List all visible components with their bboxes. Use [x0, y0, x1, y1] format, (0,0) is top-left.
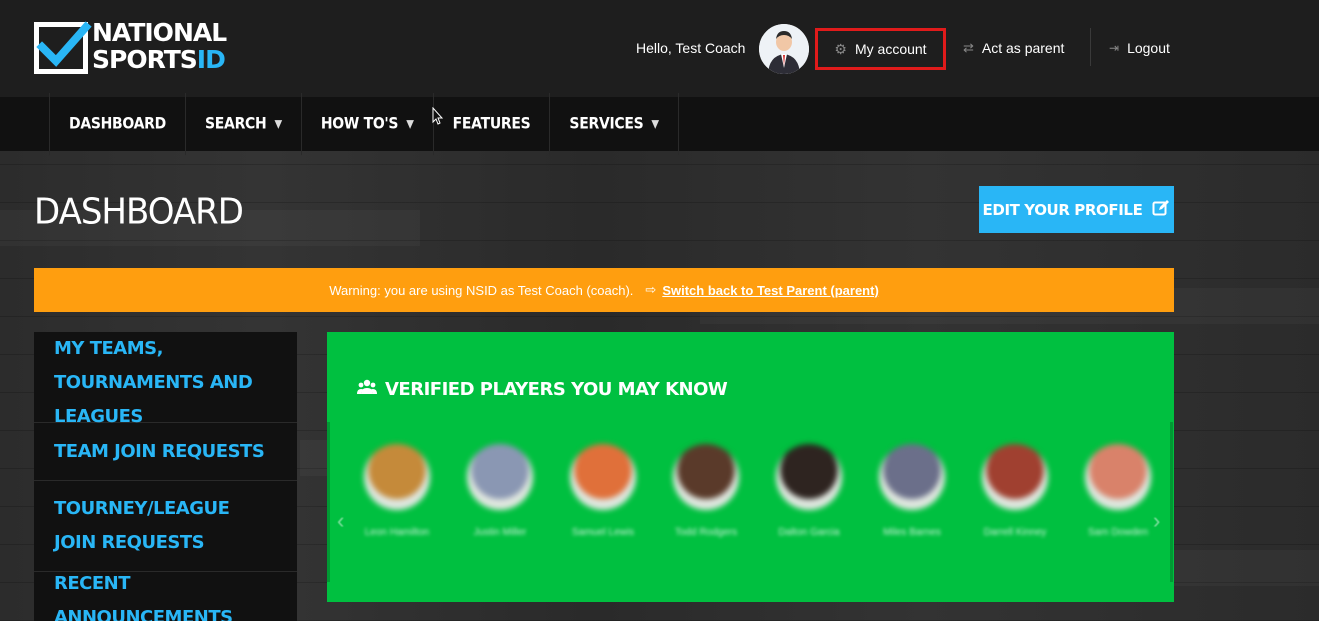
player-card[interactable]: Justin Miller — [460, 444, 540, 541]
my-account-label: My account — [854, 41, 927, 57]
nsid-logo[interactable]: NATIONAL SPORTSID — [34, 20, 227, 76]
my-account-button[interactable]: ⚙ My account — [815, 28, 946, 70]
player-card[interactable]: Todd Rodgers — [666, 444, 746, 541]
sidebar-item-label: TOURNEY/LEAGUE JOIN REQUESTS — [54, 498, 230, 553]
logo-sports: SPORTS — [92, 45, 198, 74]
nav-item-features[interactable]: FEATURES — [432, 92, 550, 156]
verified-players-heading: VERIFIED PLAYERS YOU MAY KNOW — [357, 379, 728, 400]
player-card[interactable]: Sam Dowden — [1078, 444, 1158, 541]
verified-players-title: VERIFIED PLAYERS YOU MAY KNOW — [385, 379, 728, 400]
logo-id: ID — [196, 45, 226, 74]
player-avatar — [673, 444, 739, 510]
nav-label: FEATURES — [452, 114, 531, 134]
switch-icon: ⇄ — [963, 40, 974, 55]
player-carousel: Leon Hamilton Justin Miller Samuel Lewis To… — [357, 444, 1157, 574]
edit-profile-button[interactable]: EDIT YOUR PROFILE — [979, 186, 1174, 233]
nav-label: HOW TO'S — [320, 114, 399, 134]
warning-text: Warning: you are using NSID as Test Coac… — [329, 282, 634, 298]
player-avatar — [776, 444, 842, 510]
carousel-edge — [327, 422, 330, 582]
nav-item-how-tos[interactable]: HOW TO'S ▼ — [300, 92, 433, 156]
logo-text-top: NATIONAL — [92, 18, 227, 47]
carousel-prev-icon[interactable]: ‹ — [337, 508, 344, 534]
player-avatar — [467, 444, 533, 510]
logout-label: Logout — [1127, 40, 1170, 56]
header-divider — [1090, 28, 1091, 66]
player-card[interactable]: Leon Hamilton — [357, 444, 437, 541]
avatar[interactable] — [759, 24, 809, 74]
nav-item-services[interactable]: SERVICES ▼ — [549, 92, 679, 156]
logo-checkbox-icon — [34, 21, 92, 74]
player-avatar — [982, 444, 1048, 510]
edit-icon — [1152, 199, 1170, 221]
users-icon — [357, 379, 377, 400]
logo-text-bottom: SPORTSID — [92, 45, 226, 74]
player-card[interactable]: Darrell Kinney — [975, 444, 1055, 541]
player-name: Todd Rodgers — [674, 527, 738, 538]
sidebar-item-recent-announcements[interactable]: RECENT ANNOUNCEMENTS — [34, 572, 297, 621]
nav-item-dashboard[interactable]: DASHBOARD — [49, 92, 185, 156]
chevron-down-icon: ▼ — [274, 117, 282, 131]
page-title: DASHBOARD — [34, 191, 244, 233]
player-name: Miles Barnes — [883, 527, 941, 538]
nav-label: SERVICES — [569, 114, 644, 134]
player-name: Samuel Lewis — [571, 527, 635, 538]
player-name: Darrell Kinney — [983, 527, 1047, 538]
switch-back-icon: ⇨ — [645, 282, 657, 297]
carousel-edge — [1170, 422, 1173, 582]
edit-profile-label: EDIT YOUR PROFILE — [982, 200, 1143, 219]
player-avatar — [570, 444, 636, 510]
impersonation-warning-bar: Warning: you are using NSID as Test Coac… — [34, 268, 1174, 312]
chevron-down-icon: ▼ — [406, 117, 414, 131]
switch-back-link[interactable]: Switch back to Test Parent (parent) — [662, 283, 878, 298]
dashboard-sidebar: MY TEAMS, TOURNAMENTS AND LEAGUES TEAM J… — [34, 332, 297, 621]
logout-button[interactable]: ⇥ Logout — [1109, 40, 1170, 56]
nav-item-search[interactable]: SEARCH ▼ — [185, 92, 301, 156]
mouse-cursor-icon — [432, 106, 444, 128]
act-as-parent-button[interactable]: ⇄ Act as parent — [963, 40, 1064, 56]
player-card[interactable]: Samuel Lewis — [563, 444, 643, 541]
act-as-parent-label: Act as parent — [981, 40, 1065, 56]
site-header: NATIONAL SPORTSID Hello, Test Coach ⚙ My… — [0, 0, 1319, 97]
main-nav: DASHBOARD SEARCH ▼ HOW TO'S ▼ FEATURES S… — [0, 92, 1319, 156]
player-card[interactable]: Miles Barnes — [872, 444, 952, 541]
sidebar-item-my-teams[interactable]: MY TEAMS, TOURNAMENTS AND LEAGUES — [34, 338, 297, 427]
logout-icon: ⇥ — [1109, 41, 1120, 55]
nav-label: DASHBOARD — [69, 114, 166, 134]
player-avatar — [879, 444, 945, 510]
player-name: Leon Hamilton — [364, 527, 430, 538]
player-name: Justin Miller — [473, 527, 527, 538]
player-avatar — [1085, 444, 1151, 510]
sidebar-item-team-join-requests[interactable]: TEAM JOIN REQUESTS — [34, 423, 297, 481]
sidebar-item-tourney-join-requests[interactable]: TOURNEY/LEAGUE JOIN REQUESTS — [34, 481, 297, 572]
player-name: Sam Dowden — [1087, 527, 1149, 538]
verified-players-panel: VERIFIED PLAYERS YOU MAY KNOW ‹ › Leon H… — [327, 332, 1174, 602]
greeting: Hello, Test Coach — [636, 40, 746, 56]
player-avatar — [364, 444, 430, 510]
sidebar-item-label: MY TEAMS, TOURNAMENTS AND LEAGUES — [54, 338, 253, 427]
gear-icon: ⚙ — [834, 40, 847, 57]
nav-label: SEARCH — [205, 114, 267, 134]
player-name: Dalton Garcia — [778, 527, 840, 538]
player-card[interactable]: Dalton Garcia — [769, 444, 849, 541]
sidebar-item-label: TEAM JOIN REQUESTS — [54, 440, 265, 462]
chevron-down-icon: ▼ — [651, 117, 659, 131]
sidebar-item-label: RECENT ANNOUNCEMENTS — [54, 573, 233, 621]
